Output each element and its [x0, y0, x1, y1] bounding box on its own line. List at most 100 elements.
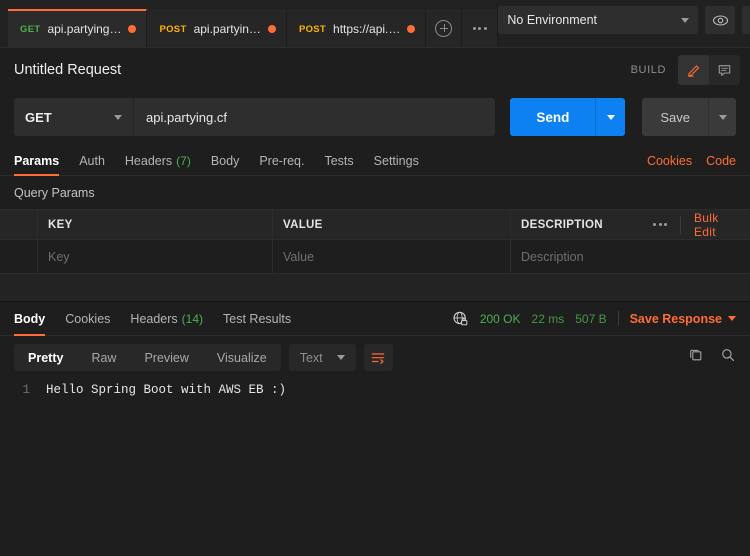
word-wrap-button[interactable]	[363, 344, 393, 371]
response-tab-cookies[interactable]: Cookies	[65, 302, 110, 336]
column-header-description: DESCRIPTION	[521, 218, 603, 231]
save-button[interactable]: Save	[642, 98, 708, 136]
environment-selector[interactable]: No Environment	[498, 6, 699, 34]
tab-label: Pre-req.	[259, 153, 305, 168]
table-row: Key Value Description	[0, 240, 750, 274]
response-body-actions	[688, 347, 736, 368]
page-title: Untitled Request	[14, 62, 122, 78]
request-tab-strip: GET api.partying… POST api.partyin… POST…	[0, 0, 499, 47]
format-tab-pretty[interactable]: Pretty	[14, 344, 77, 371]
tab-more-button[interactable]	[462, 9, 499, 47]
format-tab-group: Pretty Raw Preview Visualize	[14, 344, 281, 371]
eye-icon	[712, 14, 728, 26]
row-tools	[643, 240, 750, 273]
format-tab-raw[interactable]: Raw	[77, 344, 130, 371]
unsaved-indicator-icon	[407, 25, 416, 33]
send-options-button[interactable]	[595, 98, 626, 136]
chevron-down-icon	[606, 114, 615, 120]
search-button[interactable]	[720, 347, 736, 368]
tab-label: Tests	[324, 153, 354, 168]
response-language-selector[interactable]: Text	[288, 344, 356, 371]
tab-headers[interactable]: Headers (7)	[125, 146, 191, 176]
more-horizontal-icon	[472, 26, 487, 30]
response-tab-body[interactable]: Body	[14, 302, 46, 336]
http-method-value: GET	[25, 109, 52, 125]
copy-button[interactable]	[688, 347, 704, 368]
code-line: 1 Hello Spring Boot with AWS EB :)	[0, 383, 750, 397]
response-time: 22 ms	[531, 311, 565, 326]
request-tab-1[interactable]: GET api.partying…	[8, 9, 148, 47]
tab-auth[interactable]: Auth	[79, 146, 105, 176]
comments-button[interactable]	[709, 55, 740, 85]
save-options-button[interactable]	[708, 98, 736, 136]
chevron-down-icon	[681, 17, 690, 23]
http-method-selector[interactable]: GET	[14, 98, 134, 136]
tab-tools	[426, 0, 499, 47]
save-response-label: Save Response	[629, 311, 722, 326]
url-input[interactable]: api.partying.cf	[134, 98, 496, 136]
request-tab-3[interactable]: POST https://api.…	[286, 9, 427, 47]
request-section-tabs: Params Auth Headers (7) Body Pre-req. Te…	[0, 146, 750, 176]
cookies-link[interactable]: Cookies	[647, 154, 692, 168]
edit-request-button[interactable]	[678, 55, 709, 85]
response-size: 507 B	[575, 311, 607, 326]
select-all-cell[interactable]	[0, 210, 38, 239]
column-header-key: KEY	[38, 210, 273, 239]
build-label: BUILD	[630, 64, 666, 76]
tab-label: Settings	[373, 153, 419, 168]
request-header: Untitled Request BUILD	[0, 48, 750, 92]
plus-circle-icon	[435, 19, 453, 37]
chevron-down-icon	[114, 114, 122, 120]
description-input[interactable]: Description	[511, 240, 643, 273]
value-input[interactable]: Value	[273, 240, 511, 273]
search-icon	[722, 349, 734, 361]
pane-divider[interactable]	[0, 274, 750, 302]
send-group: Send	[510, 98, 626, 136]
tab-settings[interactable]: Settings	[374, 146, 419, 176]
tab-pre-request[interactable]: Pre-req.	[259, 146, 304, 176]
code-link[interactable]: Code	[706, 154, 736, 168]
more-horizontal-icon[interactable]	[653, 223, 667, 226]
send-button[interactable]: Send	[510, 98, 596, 136]
row-checkbox[interactable]	[0, 240, 38, 273]
new-tab-button[interactable]	[426, 9, 463, 47]
save-group: Save	[642, 98, 736, 136]
response-status: 200 OK	[479, 311, 521, 326]
tab-label: Body	[210, 153, 240, 168]
response-format-toolbar: Pretty Raw Preview Visualize Text	[0, 336, 750, 379]
tab-label: Params	[14, 153, 60, 168]
environment-quick-look-button[interactable]	[705, 6, 736, 34]
chevron-down-icon	[728, 316, 736, 321]
chevron-down-icon	[336, 355, 345, 360]
request-tab-2[interactable]: POST api.partyin…	[147, 9, 287, 47]
line-number: 1	[22, 383, 30, 397]
tab-label: Auth	[79, 153, 105, 168]
url-value: api.partying.cf	[146, 109, 227, 125]
query-params-table: KEY VALUE DESCRIPTION Bulk Edit Key Valu…	[0, 209, 750, 274]
tab-label: Test Results	[223, 311, 292, 326]
response-tab-test-results[interactable]: Test Results	[223, 302, 291, 336]
tab-title: https://api.…	[333, 22, 401, 36]
request-header-actions	[678, 55, 740, 85]
bulk-edit-button[interactable]: Bulk Edit	[680, 211, 740, 239]
format-tab-preview[interactable]: Preview	[130, 344, 202, 371]
comment-icon	[718, 64, 731, 76]
pencil-icon	[687, 65, 699, 77]
tab-tests[interactable]: Tests	[324, 146, 353, 176]
response-body-code[interactable]: 1 Hello Spring Boot with AWS EB :)	[0, 379, 750, 397]
environment-zone: No Environment	[498, 0, 750, 47]
environment-settings-button[interactable]	[742, 6, 750, 34]
save-response-button[interactable]: Save Response	[630, 312, 736, 326]
key-input[interactable]: Key	[38, 240, 273, 273]
tab-title: api.partyin…	[193, 22, 261, 36]
tab-label: Body	[14, 311, 46, 326]
format-tab-visualize[interactable]: Visualize	[203, 344, 281, 371]
response-tabs: Body Cookies Headers (14) Test Results 2…	[0, 302, 750, 336]
tab-bar: GET api.partying… POST api.partyin… POST…	[0, 0, 750, 48]
column-header-value: VALUE	[273, 210, 511, 239]
query-params-title: Query Params	[14, 186, 95, 200]
response-tab-headers[interactable]: Headers (14)	[130, 302, 203, 336]
tab-method-badge: POST	[159, 23, 187, 35]
tab-params[interactable]: Params	[14, 146, 60, 176]
tab-body[interactable]: Body	[211, 146, 240, 176]
